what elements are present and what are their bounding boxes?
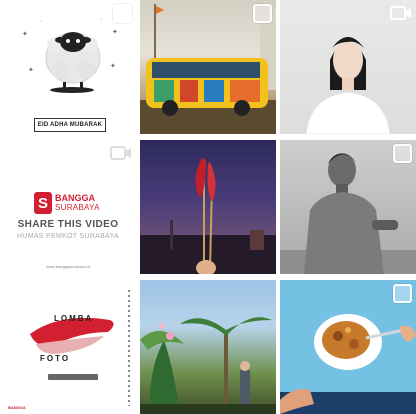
video-camera-icon xyxy=(390,6,411,20)
brand-logo: S BANGGA SURABAYA xyxy=(34,192,100,214)
brand-line-2: SURABAYA xyxy=(55,203,100,212)
plants-photo xyxy=(140,317,276,414)
grid-tile-portrait-woman[interactable] xyxy=(280,0,416,134)
grid-tile-portrait-man[interactable] xyxy=(280,140,416,274)
share-subline: HUMAS PEMKOT SURABAYA xyxy=(17,233,119,240)
media-grid: ✦ ✦ ✦ ✦ · · EID ADHA MUBARAK S BANGGA SU… xyxy=(0,0,416,414)
logo-mark-icon: S xyxy=(34,192,52,214)
post-caption: EID ADHA MUBARAK xyxy=(34,118,106,132)
select-checkbox-icon[interactable] xyxy=(113,4,132,23)
sparkle-icon: · xyxy=(100,16,103,23)
lomba-word: LOMBA xyxy=(54,314,94,323)
brand-mini-logo: BANGGA xyxy=(8,405,26,410)
sparkle-icon: · xyxy=(40,18,43,25)
footer-bar xyxy=(48,374,98,380)
sparkle-icon: ✦ xyxy=(28,67,34,74)
grid-tile-bus[interactable] xyxy=(140,0,276,134)
chili-photo xyxy=(140,158,276,274)
brand-line-1: BANGGA xyxy=(55,193,95,203)
share-headline: SHARE THIS VIDEO xyxy=(17,219,119,230)
grid-tile-bangga-surabaya[interactable]: S BANGGA SURABAYA SHARE THIS VIDEO HUMAS… xyxy=(0,140,136,274)
grid-tile-plants[interactable] xyxy=(140,280,276,414)
flag-brush-graphic xyxy=(30,317,114,354)
vertical-text-strip xyxy=(128,290,130,406)
grid-tile-food[interactable] xyxy=(280,280,416,414)
sparkle-icon: ✦ xyxy=(22,31,28,38)
grid-tile-chili[interactable] xyxy=(140,140,276,274)
url-text: www.banggasurabaya.id xyxy=(46,264,90,269)
video-camera-icon xyxy=(110,146,131,160)
select-checkbox-icon[interactable] xyxy=(393,144,412,163)
grid-tile-eid[interactable]: ✦ ✦ ✦ ✦ · · EID ADHA MUBARAK xyxy=(0,0,136,134)
select-checkbox-icon[interactable] xyxy=(393,284,412,303)
sparkle-icon: ✦ xyxy=(110,63,116,70)
foto-word: FOTO xyxy=(40,354,71,363)
sparkle-icon: ✦ xyxy=(112,29,118,36)
select-checkbox-icon[interactable] xyxy=(253,4,272,23)
grid-tile-lomba-foto[interactable]: LOMBA FOTO BANGGA xyxy=(0,280,136,414)
